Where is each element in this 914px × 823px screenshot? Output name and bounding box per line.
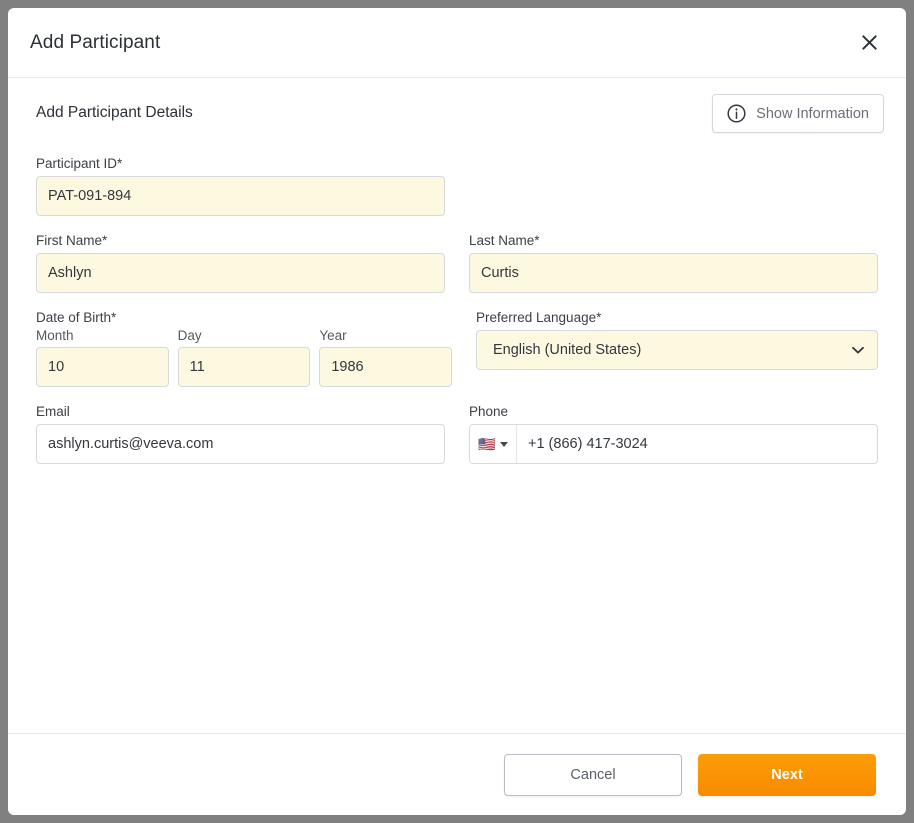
preferred-language-select[interactable]: English (United States) xyxy=(476,330,878,370)
phone-country-selector[interactable]: 🇺🇸 xyxy=(470,425,517,463)
next-button[interactable]: Next xyxy=(698,753,876,796)
last-name-field: Last Name* xyxy=(469,233,878,293)
page-title: Add Participant xyxy=(30,31,161,53)
section-heading: Add Participant Details xyxy=(36,104,193,121)
email-label: Email xyxy=(36,404,70,419)
dob-month-field: Month xyxy=(36,328,169,387)
add-participant-dialog: Add Participant Add Participant Details xyxy=(8,8,906,815)
participant-form: Participant ID* First Name* Last Name* xyxy=(36,156,878,464)
dob-year-field: Year xyxy=(319,328,453,387)
show-information-button[interactable]: Show Information xyxy=(712,94,884,133)
first-name-label: First Name* xyxy=(36,233,108,248)
dob-day-label: Day xyxy=(177,328,202,343)
date-of-birth-label: Date of Birth* xyxy=(36,310,117,325)
email-field: Email xyxy=(36,404,445,464)
date-of-birth-parts: Month Day Year xyxy=(36,328,453,387)
preferred-language-value: English (United States) xyxy=(493,342,642,358)
info-circle-icon xyxy=(727,104,746,123)
phone-input-group: 🇺🇸 xyxy=(469,424,878,464)
last-name-input[interactable] xyxy=(469,253,878,293)
email-phone-row: Email Phone 🇺🇸 xyxy=(36,404,878,464)
chevron-down-icon xyxy=(850,342,866,358)
dob-year-label: Year xyxy=(319,328,347,343)
dob-month-label: Month xyxy=(36,328,74,343)
participant-id-input[interactable] xyxy=(36,176,445,216)
email-input[interactable] xyxy=(36,424,445,464)
dob-language-row: Date of Birth* Month Day Year xyxy=(36,310,878,387)
last-name-label: Last Name* xyxy=(469,233,540,248)
name-row: First Name* Last Name* xyxy=(36,233,878,293)
preferred-language-select-wrap: English (United States) xyxy=(476,330,878,370)
caret-down-icon xyxy=(499,441,508,447)
first-name-input[interactable] xyxy=(36,253,445,293)
dob-day-input[interactable] xyxy=(177,347,311,387)
first-name-field: First Name* xyxy=(36,233,445,293)
cancel-button[interactable]: Cancel xyxy=(504,753,682,796)
dialog-footer: Cancel Next xyxy=(8,733,906,815)
dialog-header: Add Participant xyxy=(8,8,906,78)
dob-year-input[interactable] xyxy=(319,347,453,387)
preferred-language-field: Preferred Language* English (United Stat… xyxy=(476,310,878,387)
phone-label: Phone xyxy=(469,404,509,419)
dob-day-field: Day xyxy=(177,328,311,387)
participant-id-spacer xyxy=(469,156,878,216)
participant-id-row: Participant ID* xyxy=(36,156,878,216)
participant-id-label: Participant ID* xyxy=(36,156,123,171)
us-flag-icon: 🇺🇸 xyxy=(478,436,496,452)
show-information-label: Show Information xyxy=(756,105,869,122)
close-button[interactable] xyxy=(854,28,884,58)
preferred-language-label: Preferred Language* xyxy=(476,310,602,325)
dialog-body: Add Participant Details Show Information… xyxy=(8,78,906,733)
phone-field: Phone 🇺🇸 xyxy=(469,404,878,464)
section-header-row: Add Participant Details Show Information xyxy=(36,94,884,144)
dob-month-input[interactable] xyxy=(36,347,169,387)
phone-number-input[interactable] xyxy=(517,425,877,463)
participant-id-field: Participant ID* xyxy=(36,156,445,216)
close-icon xyxy=(861,34,878,51)
date-of-birth-field: Date of Birth* Month Day Year xyxy=(36,310,453,387)
